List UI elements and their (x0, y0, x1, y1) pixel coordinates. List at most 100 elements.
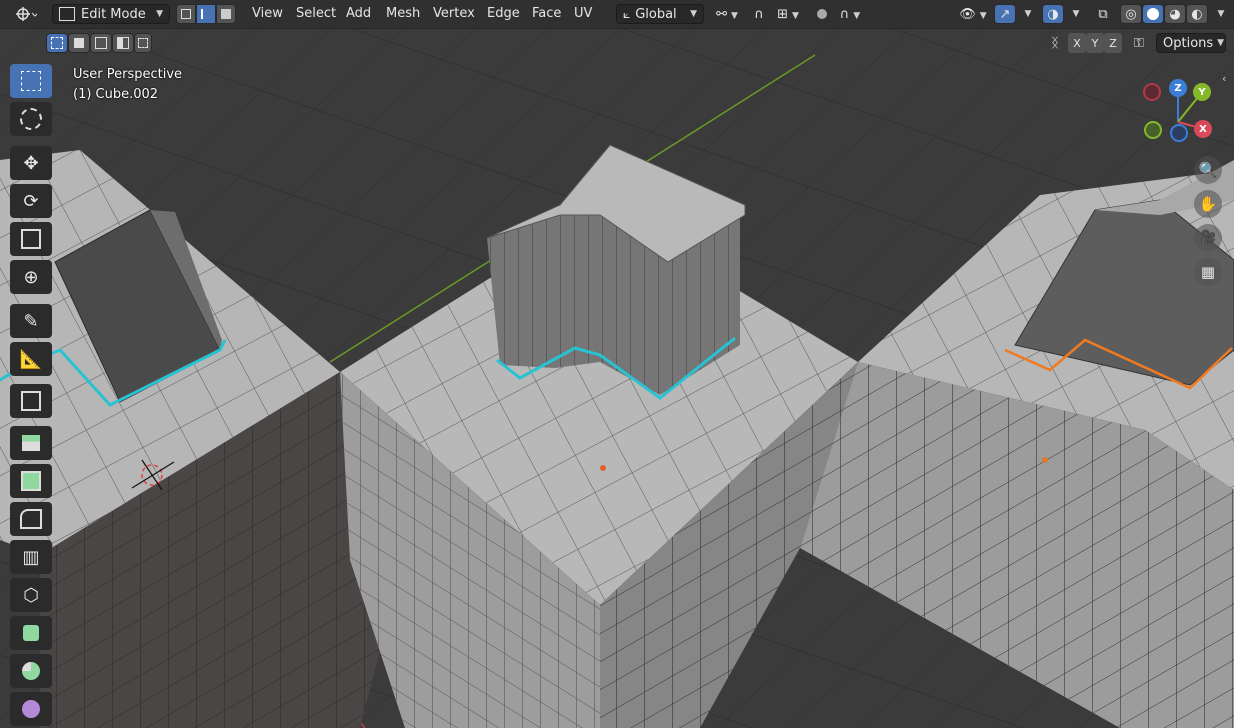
shading-material-button[interactable]: ◕ (1164, 4, 1186, 24)
gizmo-neg-z[interactable] (1170, 124, 1188, 142)
vertex-select-button[interactable] (176, 4, 196, 24)
select-extend-icon (74, 38, 84, 48)
transform-tool[interactable]: ⊕ (10, 260, 52, 294)
orientation-icon: ⟀ (623, 6, 631, 21)
menu-uv[interactable]: UV (574, 6, 592, 21)
add-cube-tool[interactable] (10, 384, 52, 418)
menu-vertex[interactable]: Vertex (433, 6, 475, 21)
solid-sphere-icon (1147, 8, 1159, 20)
mirror-y-toggle[interactable]: Y (1086, 33, 1104, 53)
edge-select-button[interactable] (196, 4, 216, 24)
select-invert-icon (117, 37, 129, 49)
pivot-icon: ⚯ ▼ (716, 6, 738, 22)
annotate-tool[interactable]: ✎ (10, 304, 52, 338)
mirror-z-toggle[interactable]: Z (1104, 33, 1122, 53)
loop-cut-icon: ▥ (22, 546, 40, 568)
measure-tool[interactable]: 📐 (10, 342, 52, 376)
extrude-region-tool[interactable] (10, 426, 52, 460)
menu-face[interactable]: Face (532, 6, 561, 21)
mode-dropdown[interactable]: Edit Mode ▼ (52, 4, 170, 24)
scale-tool[interactable] (10, 222, 52, 256)
mirror-x-toggle[interactable]: X (1068, 33, 1086, 53)
navigation-gizmo[interactable]: Z Y X (1140, 78, 1220, 144)
select-mode-invert[interactable] (112, 33, 134, 53)
move-tool[interactable]: ✥ (10, 146, 52, 180)
snap-toggle[interactable]: ∩ (748, 4, 770, 24)
knife-tool[interactable]: ⬡ (10, 578, 52, 612)
proportional-falloff-button[interactable]: ∩ ▼ (834, 4, 866, 24)
mesh-symmetry-button[interactable]: ⚿ (1128, 33, 1150, 53)
chevron-down-icon: ▼ (690, 9, 697, 19)
inset-icon (21, 471, 41, 491)
face-select-button[interactable] (216, 4, 236, 24)
visibility-button[interactable]: 👁 ▼ (955, 4, 991, 24)
editor-type-icon (16, 7, 37, 21)
shading-dropdown[interactable]: ▼ (1210, 4, 1228, 24)
mirror-icon-button[interactable]: ᛝ (1044, 33, 1066, 53)
menu-select[interactable]: Select (296, 6, 336, 21)
cursor-tool[interactable] (10, 102, 52, 136)
xray-toggle[interactable]: ⧉ (1092, 4, 1114, 24)
gizmo-z-axis[interactable]: Z (1169, 79, 1187, 97)
inset-faces-tool[interactable] (10, 464, 52, 498)
proportional-edit-toggle[interactable] (812, 4, 832, 24)
sidebar-toggle[interactable]: ‹ (1222, 72, 1226, 85)
pan-button[interactable]: ✋ (1194, 190, 1222, 218)
select-mode-subtract[interactable] (90, 33, 112, 53)
view-name-label: User Perspective (73, 67, 183, 82)
perspective-toggle-button[interactable]: ▦ (1194, 258, 1222, 286)
smooth-tool[interactable] (10, 692, 52, 726)
rotate-icon: ⟳ (23, 190, 39, 212)
edit-mode-icon (59, 7, 75, 21)
editor-type-button[interactable] (8, 4, 44, 24)
poly-build-icon (23, 625, 39, 641)
shading-rendered-button[interactable]: ◐ (1186, 4, 1208, 24)
spin-icon (22, 662, 40, 680)
spin-tool[interactable] (10, 654, 52, 688)
overlay-icon: ◑ (1047, 6, 1059, 22)
face-select-icon (221, 9, 231, 19)
gizmo-y-axis[interactable]: Y (1193, 83, 1211, 101)
select-mode-intersect[interactable] (134, 33, 152, 53)
grid-perspective-icon: ▦ (1200, 263, 1216, 281)
transform-icon: ⊕ (23, 266, 39, 288)
poly-build-tool[interactable] (10, 616, 52, 650)
menu-edge[interactable]: Edge (487, 6, 520, 21)
chevron-down-icon: ▼ (1217, 38, 1225, 48)
mode-label: Edit Mode (81, 6, 146, 22)
zoom-button[interactable]: 🔍 (1194, 156, 1222, 184)
snap-target-button[interactable]: ⊞ ▼ (772, 4, 804, 24)
menu-view[interactable]: View (252, 6, 283, 21)
gizmo-x-axis[interactable]: X (1194, 120, 1212, 138)
pencil-icon: ✎ (23, 310, 39, 332)
chevron-down-icon: ▼ (156, 9, 163, 19)
gizmo-toggle[interactable]: ↗ (994, 4, 1016, 24)
bevel-tool[interactable] (10, 502, 52, 536)
gizmo-neg-y[interactable] (1144, 121, 1162, 139)
bevel-icon (20, 509, 42, 529)
select-mode-new[interactable] (46, 33, 68, 53)
gizmo-neg-x[interactable] (1143, 83, 1161, 101)
pivot-point-button[interactable]: ⚯ ▼ (710, 4, 744, 24)
options-dropdown[interactable]: Options ▼ (1156, 33, 1226, 53)
camera-view-button[interactable]: 🎥 (1194, 224, 1222, 252)
rotate-tool[interactable]: ⟳ (10, 184, 52, 218)
rendered-sphere-icon: ◐ (1191, 6, 1203, 22)
3d-viewport[interactable] (0, 0, 1234, 728)
gizmo-dropdown[interactable]: ▼ (1018, 4, 1034, 24)
overlay-dropdown[interactable]: ▼ (1066, 4, 1082, 24)
select-mode-extend[interactable] (68, 33, 90, 53)
xray-icon: ⧉ (1098, 6, 1108, 22)
select-box-tool[interactable] (10, 64, 52, 98)
proportional-edit-icon (817, 9, 827, 19)
shading-solid-button[interactable] (1142, 4, 1164, 24)
loop-cut-tool[interactable]: ▥ (10, 540, 52, 574)
menu-mesh[interactable]: Mesh (386, 6, 420, 21)
options-label: Options (1163, 35, 1214, 51)
menu-add[interactable]: Add (346, 6, 371, 21)
overlay-toggle[interactable]: ◑ (1042, 4, 1064, 24)
shading-wireframe-button[interactable]: ◎ (1120, 4, 1142, 24)
magnifier-plus-icon: 🔍 (1198, 161, 1218, 179)
transform-orientation-dropdown[interactable]: ⟀ Global ▼ (616, 4, 704, 24)
material-sphere-icon: ◕ (1169, 6, 1181, 22)
